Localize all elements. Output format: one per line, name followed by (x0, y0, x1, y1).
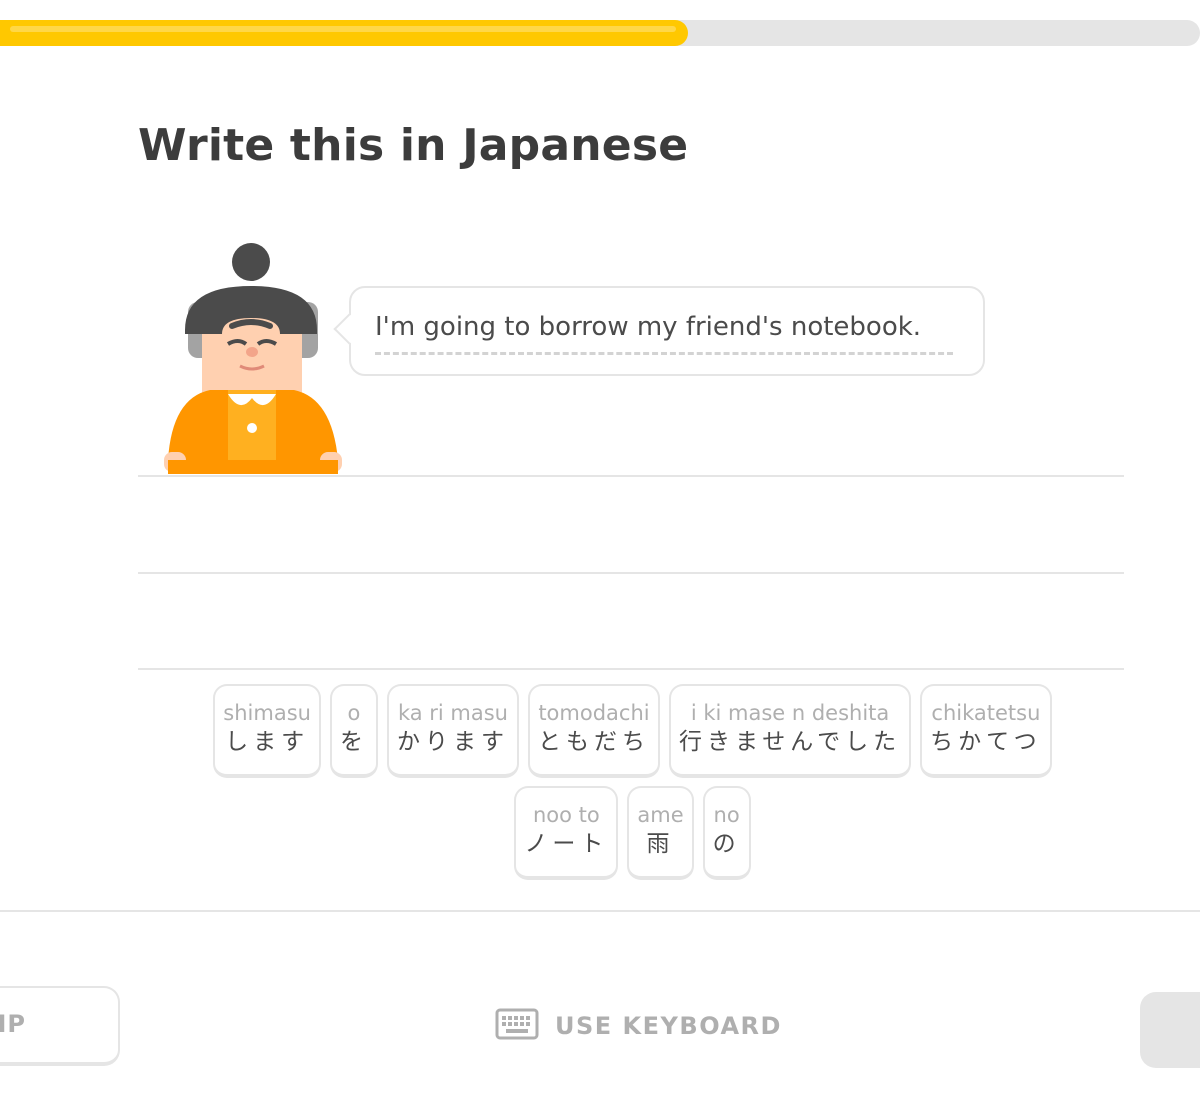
word-chip-kana: の (712, 831, 741, 857)
word-chip-kana: ノート (524, 831, 609, 857)
word-chip-romaji: ame (637, 803, 684, 827)
word-chip[interactable]: chikatetsu ちかてつ (920, 684, 1052, 778)
word-chip-kana: ともだち (537, 729, 650, 755)
prompt-sentence[interactable]: I'm going to borrow my friend's notebook… (375, 312, 921, 342)
answer-line-1 (138, 475, 1124, 477)
word-chip[interactable]: ame 雨 (627, 786, 694, 880)
word-chip[interactable]: ka ri masu かります (386, 684, 519, 778)
keyboard-icon (495, 1008, 539, 1044)
word-chip-romaji: shimasu (223, 701, 311, 725)
challenge-title: Write this in Japanese (138, 120, 689, 171)
word-chip[interactable]: shimasu します (213, 684, 321, 778)
word-chip[interactable]: i ki mase n deshita 行きませんでした (668, 684, 912, 778)
word-chip-romaji: no (713, 803, 740, 827)
word-chip-kana: かります (396, 729, 509, 755)
word-chip-kana: を (339, 729, 368, 755)
word-bank: shimasu します o を ka ri masu かります tomodachi ともだち i… (160, 684, 1105, 880)
hint-underline (375, 352, 953, 355)
word-chip-romaji: noo to (532, 803, 600, 827)
word-chip-romaji: ka ri masu (397, 701, 508, 725)
lesson-progress-bar (0, 20, 1200, 46)
speech-bubble: I'm going to borrow my friend's notebook… (333, 286, 985, 376)
word-chip-romaji: chikatetsu (931, 701, 1041, 725)
progress-bar-fill (0, 20, 688, 46)
word-chip-kana: 行きませんでした (678, 729, 902, 755)
word-chip[interactable]: noo to ノート (514, 786, 619, 880)
check-button[interactable] (1140, 992, 1200, 1068)
skip-button[interactable]: IP (0, 986, 120, 1066)
word-chip[interactable]: tomodachi ともだち (527, 684, 660, 778)
word-chip-romaji: tomodachi (538, 701, 650, 725)
word-chip[interactable]: no の (702, 786, 751, 880)
word-chip-romaji: o (347, 701, 361, 725)
skip-label: IP (0, 1010, 26, 1038)
footer-divider (0, 910, 1200, 912)
answer-line-2 (138, 572, 1124, 574)
word-chip[interactable]: oを (329, 684, 378, 778)
word-chip-romaji: i ki mase n deshita (690, 701, 890, 725)
use-keyboard-label: USE KEYBOARD (555, 1012, 782, 1040)
answer-line-3 (138, 668, 1124, 670)
word-chip-kana: 雨 (646, 831, 675, 857)
use-keyboard-button[interactable]: USE KEYBOARD (495, 1008, 782, 1044)
word-chip-kana: します (225, 729, 310, 755)
word-chip-kana: ちかてつ (930, 729, 1042, 755)
character-avatar (160, 238, 346, 476)
